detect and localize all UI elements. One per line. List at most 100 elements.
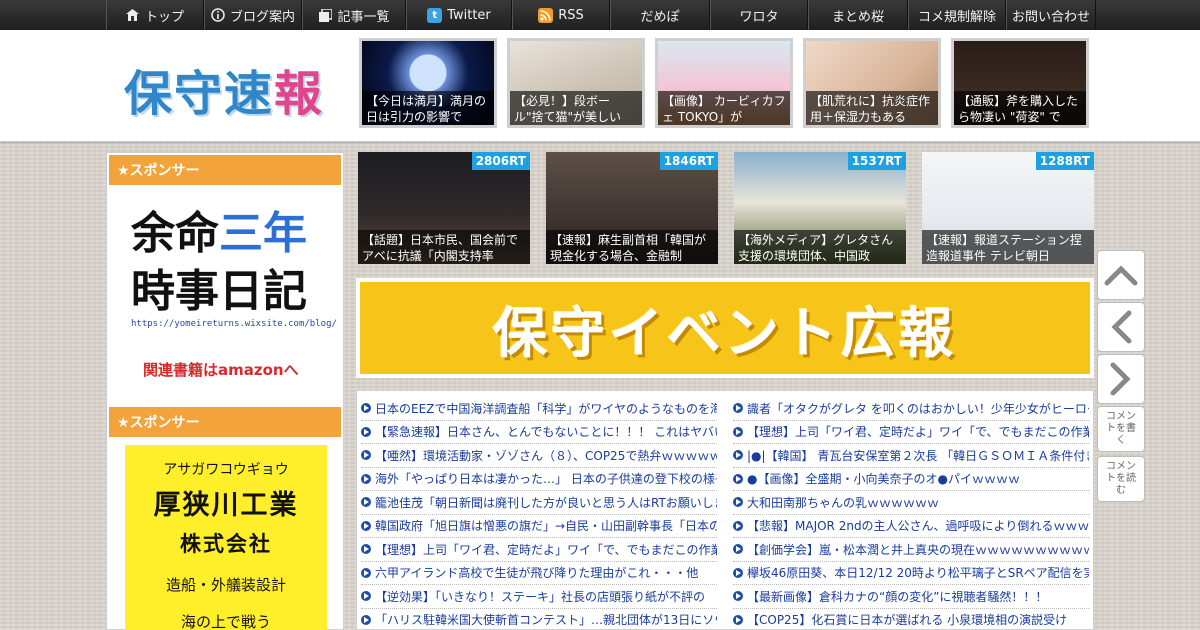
headline-link[interactable]: 【創価学会】嵐・松本潤と井上真央の現在ｗｗｗｗｗｗｗｗｗｗ <box>733 538 1089 562</box>
headline-link[interactable]: 【唖然】環境活動家・ゾゾさん（８）、COP25で熱弁ｗｗｗｗｗ <box>361 444 717 468</box>
ad-amazon-link[interactable]: 関連書籍はamazonへ <box>143 359 299 380</box>
read-comment-button[interactable]: コメントを読む <box>1097 456 1145 502</box>
left-sidebar: ★スポンサー 余命三年 時事日記 https://yomeireturns.wi… <box>106 152 344 630</box>
prev-article-button[interactable] <box>1097 302 1145 352</box>
headline-link[interactable]: 【悲報】MAJOR 2ndの主人公さん、過呼吸により倒れるｗｗｗｗｗ <box>733 515 1089 538</box>
headline-link[interactable]: ●【画像】全盛期・小向美奈子のオ●パイｗｗｗｗ <box>733 468 1089 491</box>
read-comment-label: コメントを読む <box>1106 461 1136 496</box>
arrow-icon <box>733 497 743 508</box>
headline-link[interactable]: |●|【韓国】 青瓦台安保室第２次長 「韓日ＧＳＯＭＩＡ条件付き <box>733 444 1089 468</box>
headline-column-right: 識者「オタクがグレタ を叩くのはおかしい！少年少女がヒーロー 【理想】上司「ワイ… <box>733 397 1089 630</box>
arrow-icon <box>733 450 743 461</box>
headline-link[interactable]: 海外「やっぱり日本は凄かった…」 日本の子供達の登下校の様子が <box>361 468 717 491</box>
logo-char-1: 保 <box>124 66 175 122</box>
rt-thumb-4[interactable]: 1288RT 【速報】報道ステーション捏造報道事件 テレビ朝日 <box>922 152 1094 264</box>
ad-title-line1b: 三年 <box>219 208 307 259</box>
header-thumb-3[interactable]: 【画像】 カービィカフェ TOKYO」が <box>655 38 793 128</box>
arrow-icon <box>361 450 371 461</box>
nav-label-blog-guide: ブログ案内 <box>229 9 295 25</box>
headline-link[interactable]: 欅坂46原田葵、本日12/12 20時より松平璃子とSRペア配信を実施 <box>733 562 1089 585</box>
headline-link[interactable]: 籠池佳茂「朝日新聞は廃刊した方が良いと思う人はRTお願いします <box>361 491 717 515</box>
headline-link[interactable]: 大和田南那ちゃんの乳ｗｗｗｗｗｗ <box>733 491 1089 515</box>
arrow-icon <box>361 614 371 625</box>
nav-label-warota: ワロタ <box>739 9 779 25</box>
headline-text: 【理想】上司「ワイ君、定時だよ」ワイ「で、でもまだこの作業が <box>375 542 717 557</box>
top-nav-bar: トップ ブログ案内 記事一覧 t Twitter RSS だめぽ ワロタ まとめ… <box>0 0 1200 30</box>
rt-count-badge: 2806RT <box>471 152 530 170</box>
headline-text: 識者「オタクがグレタ を叩くのはおかしい！少年少女がヒーロー <box>747 401 1089 416</box>
headline-text: 【理想】上司「ワイ君、定時だよ」ワイ「で、でもまだこの作業が <box>747 425 1089 440</box>
headline-link[interactable]: 【逆効果】「いきなり！ステーキ」社長の店頭張り紙が不評の <box>361 585 717 609</box>
headline-link[interactable]: 【緊急速報】日本さん、とんでもないことに！！！ これはヤバい <box>361 421 717 444</box>
nav-item-contact[interactable]: お問い合わせ <box>1006 0 1096 30</box>
header-thumb-4[interactable]: 【肌荒れに】抗炎症作用＋保湿力もある <box>803 38 941 128</box>
nav-label-top: トップ <box>144 9 184 25</box>
headline-text: 日本のEEZで中国海洋調査船「科学」がワイヤのようなものを海中に <box>375 401 717 416</box>
rt-thumb-caption: 【話題】日本市民、国会前でアベに抗議「内閣支持率 <box>358 230 530 264</box>
headline-text: 【最新画像】倉科カナの“顔の変化”に視聴者騒然！！！ <box>747 589 1048 604</box>
headline-text: 【悲報】MAJOR 2ndの主人公さん、過呼吸により倒れるｗｗｗｗｗ <box>747 519 1089 534</box>
nav-item-blog-guide[interactable]: ブログ案内 <box>204 0 302 30</box>
arrow-icon <box>361 426 371 437</box>
nav-item-top[interactable]: トップ <box>106 0 204 30</box>
header-thumb-caption: 【今日は満月】満月の日は引力の影響で <box>362 91 494 125</box>
nav-item-damepo[interactable]: だめぽ <box>610 0 710 30</box>
arrow-icon <box>361 567 371 578</box>
headline-link[interactable]: 識者「オタクがグレタ を叩くのはおかしい！少年少女がヒーロー <box>733 397 1089 421</box>
headline-link[interactable]: 六甲アイランド高校で生徒が飛び降りた理由がこれ・・・他 <box>361 562 717 585</box>
arrow-icon <box>361 497 371 508</box>
rt-thumb-1[interactable]: 2806RT 【話題】日本市民、国会前でアベに抗議「内閣支持率 <box>358 152 530 264</box>
headline-text: 欅坂46原田葵、本日12/12 20時より松平璃子とSRペア配信を実施 <box>747 566 1089 581</box>
write-comment-button[interactable]: コメントを書く <box>1097 406 1145 452</box>
arrow-icon <box>733 473 743 484</box>
event-banner[interactable]: 保守イベント広報 <box>356 278 1094 378</box>
arrow-icon <box>733 614 743 625</box>
nav-label-contact: お問い合わせ <box>1011 9 1090 25</box>
header-thumb-caption: 【必見！】段ボール"捨て猫"が美しい <box>510 91 642 125</box>
scroll-top-button[interactable] <box>1097 250 1145 300</box>
rt-thumb-3[interactable]: 1537RT 【海外メディア】グレタさん支援の環境団体、中国政 <box>734 152 906 264</box>
home-icon <box>126 8 140 22</box>
nav-item-matome-sakura[interactable]: まとめ桜 <box>808 0 908 30</box>
sponsor-ad-yomei[interactable]: 余命三年 時事日記 https://yomeireturns.wixsite.c… <box>107 187 343 397</box>
header-thumb-5[interactable]: 【通販】斧を購入したら物凄い "荷姿" で <box>951 38 1089 128</box>
sponsor-ad-asagawa[interactable]: アサガワコウギョウ 厚狭川工業 株式会社 造船・外艤装設計 海の上で戦う <box>125 445 327 630</box>
headline-link[interactable]: 【理想】上司「ワイ君、定時だよ」ワイ「で、でもまだこの作業が <box>733 421 1089 444</box>
nav-item-warota[interactable]: ワロタ <box>710 0 808 30</box>
nav-item-twitter[interactable]: t Twitter <box>406 0 512 30</box>
header-thumb-caption: 【通販】斧を購入したら物凄い "荷姿" で <box>954 91 1086 125</box>
header-thumb-2[interactable]: 【必見！】段ボール"捨て猫"が美しい <box>507 38 645 128</box>
arrow-icon <box>733 544 743 555</box>
arrow-icon <box>733 426 743 437</box>
next-article-button[interactable] <box>1097 354 1145 404</box>
ad2-tail: 海の上で戦う <box>180 613 271 630</box>
nav-item-article-list[interactable]: 記事一覧 <box>302 0 406 30</box>
nav-item-rss[interactable]: RSS <box>512 0 610 30</box>
nav-label-rss: RSS <box>558 7 584 23</box>
arrow-icon <box>733 591 743 602</box>
rt-thumb-caption: 【速報】麻生副首相「韓国が現金化する場合、金融制 <box>546 230 718 264</box>
headline-text: 大和田南那ちゃんの乳ｗｗｗｗｗｗ <box>747 495 940 510</box>
header-thumb-1[interactable]: 【今日は満月】満月の日は引力の影響で <box>359 38 497 128</box>
info-icon <box>211 8 225 22</box>
headline-link[interactable]: 韓国政府「旭日旗は憎悪の旗だ」→自民・山田副幹事長「日本の <box>361 515 717 538</box>
headline-link[interactable]: 【理想】上司「ワイ君、定時だよ」ワイ「で、でもまだこの作業が <box>361 538 717 562</box>
ad2-business: 造船・外艤装設計 <box>165 576 286 594</box>
headline-link[interactable]: 「ハリス駐韓米国大使斬首コンテスト」…親北団体が13日にソウル <box>361 609 717 630</box>
chevron-right-icon <box>1110 362 1131 396</box>
headline-text: 【緊急速報】日本さん、とんでもないことに！！！ これはヤバい <box>375 425 717 440</box>
nav-label-article-list: 記事一覧 <box>337 9 390 25</box>
ad2-company: 厚狭川工業 <box>153 490 299 521</box>
logo-char-2: 守 <box>174 66 225 122</box>
headline-link[interactable]: 【COP25】化石賞に日本が選ばれる 小泉環境相の演説受け <box>733 609 1089 630</box>
nav-label-twitter: Twitter <box>447 7 491 23</box>
nav-item-comment-unblock[interactable]: コメ規制解除 <box>908 0 1006 30</box>
headline-links: 日本のEEZで中国海洋調査船「科学」がワイヤのようなものを海中に 【緊急速報】日… <box>356 390 1094 630</box>
site-logo[interactable]: 保守速報 <box>124 54 324 124</box>
chevron-up-icon <box>1104 265 1138 286</box>
rt-thumb-2[interactable]: 1846RT 【速報】麻生副首相「韓国が現金化する場合、金融制 <box>546 152 718 264</box>
headline-link[interactable]: 日本のEEZで中国海洋調査船「科学」がワイヤのようなものを海中に <box>361 397 717 421</box>
headline-link[interactable]: 【最新画像】倉科カナの“顔の変化”に視聴者騒然！！！ <box>733 585 1089 609</box>
arrow-icon <box>361 520 371 531</box>
rt-count-badge: 1846RT <box>659 152 718 170</box>
